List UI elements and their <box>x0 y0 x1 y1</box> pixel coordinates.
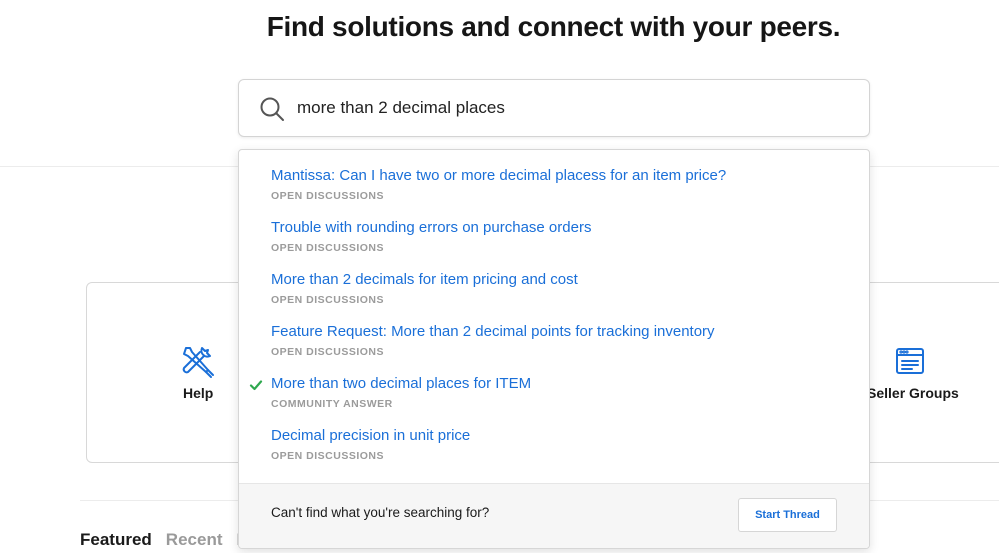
search-result-title[interactable]: More than 2 decimals for item pricing an… <box>271 271 851 289</box>
search-result-title[interactable]: More than two decimal places for ITEM <box>271 375 851 393</box>
search-result-type: COMMUNITY ANSWER <box>271 398 393 410</box>
search-result-type: OPEN DISCUSSIONS <box>271 294 385 306</box>
search-result[interactable]: Mantissa: Can I have two or more decimal… <box>271 167 851 202</box>
seller-groups-card-label: Seller Groups <box>867 385 959 401</box>
no-results-prompt: Can't find what you're searching for? <box>271 505 490 520</box>
search-input[interactable] <box>297 90 847 126</box>
search-suggestions-dropdown: Mantissa: Can I have two or more decimal… <box>238 149 870 549</box>
search-result-type: OPEN DISCUSSIONS <box>271 346 385 358</box>
page-title: Find solutions and connect with your pee… <box>266 11 841 42</box>
search-icon <box>260 97 284 121</box>
search-result[interactable]: Feature Request: More than 2 decimal poi… <box>271 323 851 358</box>
help-card-label: Help <box>183 385 214 401</box>
search-result[interactable]: More than two decimal places for ITEM CO… <box>249 375 851 410</box>
topic-tabs: Featured Recent P <box>80 530 248 550</box>
tools-icon <box>182 347 214 378</box>
search-result[interactable]: Decimal precision in unit price OPEN DIS… <box>271 427 851 462</box>
dropdown-footer: Can't find what you're searching for? St… <box>239 483 869 548</box>
search-result[interactable]: More than 2 decimals for item pricing an… <box>271 271 851 306</box>
search-result-title[interactable]: Trouble with rounding errors on purchase… <box>271 219 851 237</box>
start-thread-button[interactable]: Start Thread <box>738 498 837 532</box>
checkmark-icon <box>249 380 263 391</box>
tab-recent[interactable]: Recent <box>166 530 223 550</box>
search-result-title[interactable]: Decimal precision in unit price <box>271 427 851 445</box>
search-result[interactable]: Trouble with rounding errors on purchase… <box>271 219 851 254</box>
search-result-title[interactable]: Mantissa: Can I have two or more decimal… <box>271 167 851 185</box>
search-result-title[interactable]: Feature Request: More than 2 decimal poi… <box>271 323 851 341</box>
browser-window-icon <box>896 348 924 374</box>
search-result-type: OPEN DISCUSSIONS <box>271 450 385 462</box>
search-result-type: OPEN DISCUSSIONS <box>271 242 385 254</box>
search-box <box>238 79 870 137</box>
search-result-type: OPEN DISCUSSIONS <box>271 190 385 202</box>
tab-featured[interactable]: Featured <box>80 530 152 550</box>
